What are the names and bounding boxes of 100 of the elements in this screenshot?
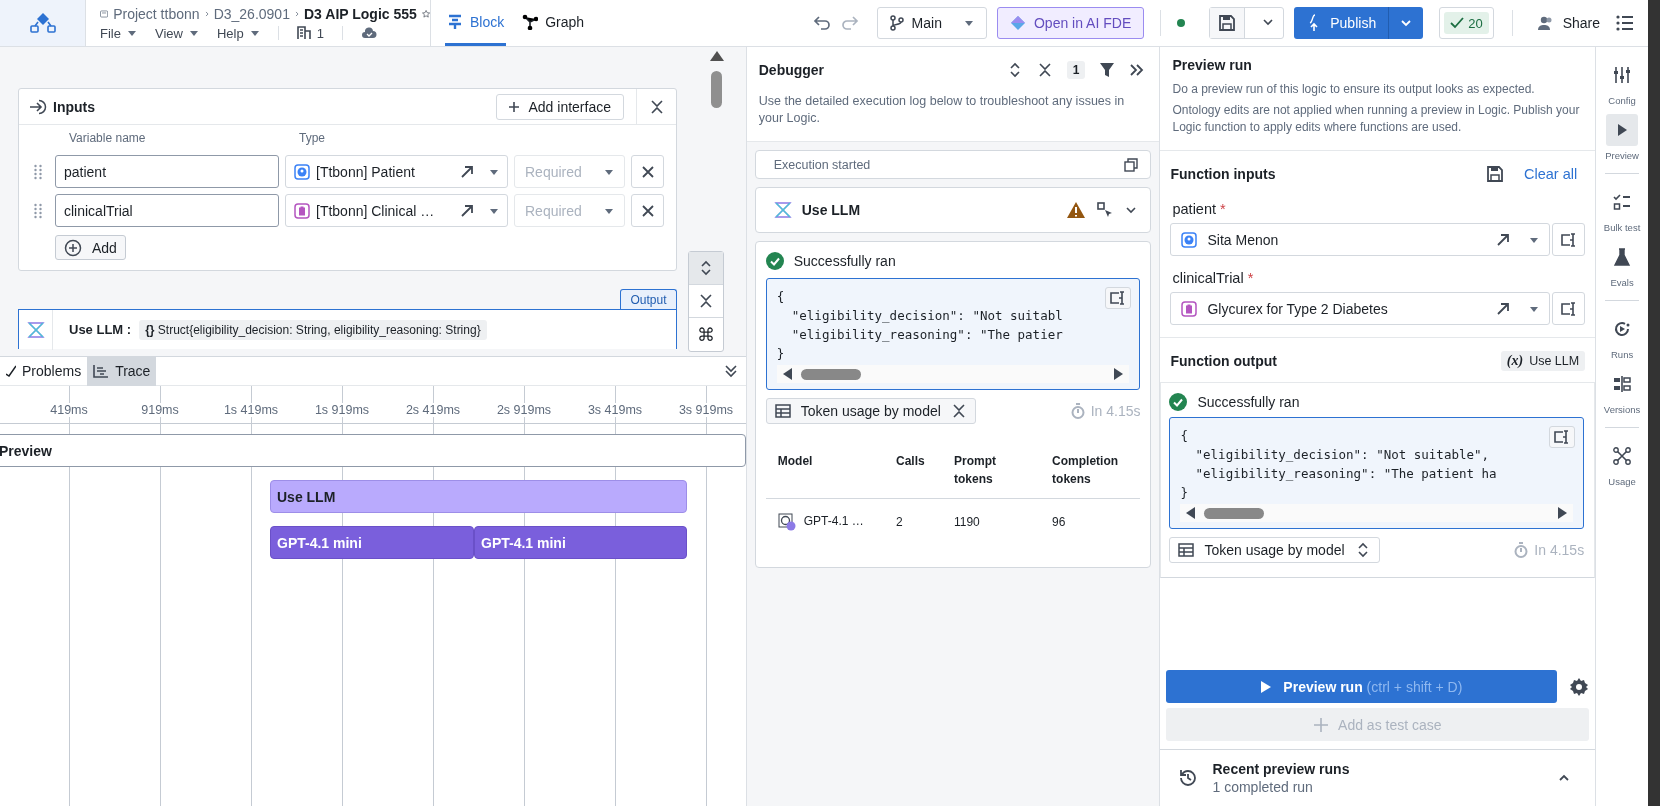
settings-icon[interactable] <box>1569 676 1590 697</box>
block-icon <box>447 13 463 30</box>
field-label: patient <box>1172 201 1217 217</box>
expand-button[interactable] <box>689 252 723 285</box>
breadcrumb-link[interactable]: D3_26.0901 <box>213 5 290 22</box>
menu-button[interactable]: Help <box>216 25 260 41</box>
add-button[interactable]: Add <box>55 235 126 260</box>
collapse-panel-icon[interactable] <box>723 364 738 378</box>
time-label: 1s 419ms <box>223 403 279 417</box>
preview-run-button[interactable]: Preview run (ctrl + shift + D) <box>1166 670 1558 703</box>
scroll-left-icon[interactable] <box>782 368 793 380</box>
scroll-right-icon[interactable] <box>1557 507 1568 519</box>
object-select[interactable]: Glycurex for Type 2 Diabetes <box>1170 292 1551 325</box>
building-icon <box>296 26 311 40</box>
delete-button[interactable] <box>631 155 664 188</box>
time-label: 3s 419ms <box>587 403 643 417</box>
block-card[interactable]: Use LLM : {} Struct{eligibility_decision: String, eligibility_reasoning: String} <box>18 309 677 349</box>
view-tab[interactable]: Graph <box>520 0 587 46</box>
save-button[interactable] <box>1485 165 1504 183</box>
panel-tab[interactable]: Problems <box>0 356 88 386</box>
token-usage-toggle[interactable]: Token usage by model <box>765 398 976 424</box>
type-select[interactable]: [Ttbonn] Clinical … <box>285 194 508 227</box>
scroll-thumb[interactable] <box>1204 507 1265 519</box>
horizontal-scrollbar[interactable] <box>776 365 1130 383</box>
sidebar-item[interactable]: Runs <box>1598 309 1647 364</box>
arrow-up-right-icon <box>1495 300 1512 317</box>
sidebar-item[interactable]: Config <box>1598 55 1647 110</box>
token-usage-toggle[interactable]: Token usage by model <box>1169 537 1380 563</box>
required-mark: * <box>1247 270 1254 286</box>
checkmark-icon <box>1450 17 1465 29</box>
time-label: 2s 919ms <box>496 403 552 417</box>
scroll-right-icon[interactable] <box>1113 368 1124 380</box>
format-button[interactable] <box>1552 223 1586 256</box>
clipboard-object-icon <box>294 202 310 219</box>
checks-button[interactable]: 20 <box>1439 7 1494 39</box>
trace-span[interactable]: GPT-4.1 mini <box>474 526 687 559</box>
trace-span[interactable]: Use LLM <box>270 480 687 513</box>
success-icon <box>765 252 784 270</box>
sidebar-item[interactable]: Usage <box>1598 436 1647 491</box>
scroll-up-icon[interactable] <box>710 51 724 61</box>
shortcut-button[interactable]: ⌘ <box>689 318 723 351</box>
table-cell: GPT-4.1 … <box>765 498 884 553</box>
open-in-ai-fde-button[interactable]: Open in AI FDE <box>996 7 1145 39</box>
checklist-icon <box>1613 193 1632 211</box>
save-split-button[interactable] <box>1209 7 1285 39</box>
scroll-thumb[interactable] <box>800 368 861 380</box>
branch-dropdown[interactable]: Main <box>876 7 987 39</box>
input-field[interactable]: clinicalTrial <box>55 194 279 227</box>
add-interface-button[interactable]: Add interface <box>495 93 624 120</box>
log-entry[interactable]: Use LLM <box>754 187 1152 233</box>
panel-tab[interactable]: Trace <box>87 356 157 386</box>
sidebar-item[interactable]: Bulk test <box>1598 182 1647 237</box>
output-tag: Output <box>620 289 677 309</box>
arrow-up-right-icon <box>459 163 475 180</box>
menu-button[interactable]: View <box>154 25 199 41</box>
input-arrow-icon <box>29 98 47 115</box>
breadcrumb-link[interactable]: Project ttbonn <box>113 5 200 22</box>
horizontal-scrollbar[interactable] <box>1180 504 1574 522</box>
filter-icon[interactable] <box>1099 62 1116 78</box>
trace-icon <box>93 364 110 378</box>
clear-all-link[interactable]: Clear all <box>1523 166 1578 182</box>
input-field[interactable]: patient <box>55 155 279 188</box>
format-button[interactable] <box>1552 292 1586 325</box>
sidebar-item[interactable]: Evals <box>1598 237 1647 292</box>
column-header: Completion tokens <box>1040 446 1141 499</box>
menu-button[interactable]: File <box>100 25 137 41</box>
drag-handle-icon[interactable] <box>33 202 43 219</box>
llm-block-icon <box>773 202 792 218</box>
panel-description: Use the detailed execution log below to troubleshoot any issues in your Logic. <box>758 93 1126 127</box>
llm-block-icon <box>26 321 45 338</box>
panel-title: Debugger <box>758 62 825 78</box>
type-select[interactable]: [Ttbonn] Patient <box>285 155 508 188</box>
cloud-check-icon <box>360 26 377 40</box>
required-mark: * <box>1220 201 1226 217</box>
checkmark-icon <box>6 365 16 377</box>
drag-handle-icon[interactable] <box>33 163 43 180</box>
sidebar-item[interactable]: Preview <box>1598 110 1647 165</box>
scroll-thumb[interactable] <box>711 71 722 108</box>
time-label: 419ms <box>50 403 88 417</box>
app-logo[interactable] <box>29 12 56 34</box>
field-label: clinicalTrial <box>1172 270 1244 286</box>
undo-icon[interactable] <box>812 15 831 31</box>
plus-circle-icon <box>64 238 82 257</box>
double-chevron-right-icon[interactable] <box>1129 63 1146 77</box>
list-icon[interactable] <box>1616 15 1634 31</box>
panel-description: Ontology edits are not applied when running a preview in Logic. Publish your Logic function to apply edits where functions are used. <box>1172 102 1581 136</box>
trace-span[interactable]: GPT-4.1 mini <box>270 526 474 559</box>
log-entry[interactable]: Execution started <box>754 150 1152 179</box>
recent-runs-header[interactable]: Recent preview runs 1 completed run <box>1160 749 1596 806</box>
success-icon <box>1169 393 1188 411</box>
clipboard-object-icon <box>1181 300 1198 317</box>
scroll-left-icon[interactable] <box>1186 507 1197 519</box>
trace-span[interactable]: Preview <box>0 434 746 467</box>
sidebar-item[interactable]: Versions <box>1598 364 1647 419</box>
publish-button[interactable]: Publish <box>1294 7 1424 39</box>
object-select[interactable]: Sita Menon <box>1170 223 1551 256</box>
delete-button[interactable] <box>631 194 664 227</box>
stopwatch-icon <box>1070 403 1085 419</box>
panel-title: Preview run <box>1172 57 1253 73</box>
time-label: 1s 919ms <box>314 403 370 417</box>
